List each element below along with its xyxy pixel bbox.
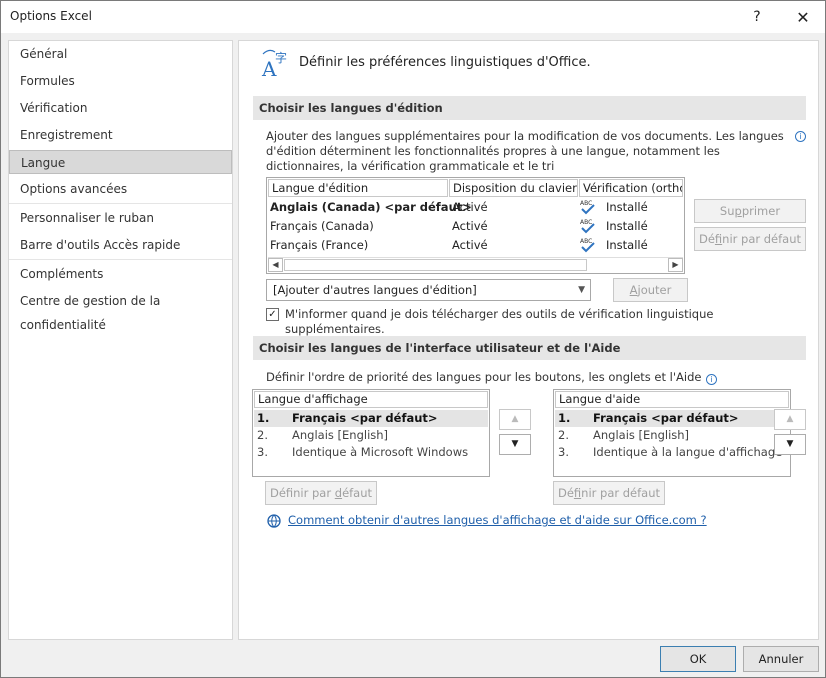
table-row[interactable]: Anglais (Canada) <par défaut> Activé ABC… (269, 198, 683, 217)
move-up-help-button[interactable]: ▲ (774, 409, 806, 430)
display-language-list[interactable]: Langue d'affichage 1. Français <par défau… (252, 389, 490, 477)
sidebar-item-addins[interactable]: Compléments (9, 262, 232, 286)
set-default-editing-button[interactable]: Définir par défaut (694, 227, 806, 251)
set-default-help-button[interactable]: Définir par défaut (553, 481, 665, 505)
column-header-language[interactable]: Langue d'édition (268, 179, 448, 197)
horizontal-scrollbar[interactable]: ◀ ▶ (268, 257, 683, 272)
combo-value: [Ajouter d'autres langues d'édition] (273, 283, 477, 297)
page-title: Définir les préférences linguistiques d'… (299, 55, 591, 70)
sidebar-item-general[interactable]: Général (9, 42, 232, 66)
help-icon: ? (753, 9, 761, 25)
cell-proofing: Installé (606, 200, 648, 214)
scroll-left-icon[interactable]: ◀ (268, 258, 283, 272)
spellcheck-icon: ABC (580, 200, 595, 215)
list-item[interactable]: 2. Anglais [English] (555, 427, 789, 444)
language-panel: A 字 Définir les préférences linguistique… (238, 40, 819, 640)
editing-languages-table: Langue d'édition Disposition du clavier … (266, 177, 685, 274)
spellcheck-icon: ABC (580, 219, 595, 234)
sidebar-item-language[interactable]: Langue (9, 150, 232, 174)
help-language-header: Langue d'aide (555, 391, 789, 408)
sidebar-item-save[interactable]: Enregistrement (9, 123, 232, 147)
scrollbar-thumb[interactable] (284, 259, 587, 271)
ok-button[interactable]: OK (660, 646, 736, 672)
ui-language-description: Définir l'ordre de priorité des langues … (266, 370, 786, 385)
remove-button[interactable]: Supprimer (694, 199, 806, 223)
list-item[interactable]: 3. Identique à la langue d'affichage (555, 444, 789, 461)
list-item[interactable]: 1. Français <par défaut> (555, 410, 789, 427)
notify-checkbox-label[interactable]: M'informer quand je dois télécharger des… (285, 307, 805, 337)
language-icon: A 字 (261, 49, 287, 80)
sidebar-divider (9, 203, 232, 204)
table-row[interactable]: Français (Canada) Activé ABC Installé (269, 217, 683, 236)
cell-proofing: Installé (606, 238, 648, 252)
cell-keyboard: Activé (452, 219, 488, 233)
list-item[interactable]: 2. Anglais [English] (254, 427, 488, 444)
sidebar-divider (9, 259, 232, 260)
notify-checkbox[interactable]: ✓ (266, 308, 279, 321)
more-languages-link[interactable]: Comment obtenir d'autres langues d'affic… (288, 513, 707, 527)
table-row[interactable]: Français (France) Activé ABC Installé (269, 236, 683, 255)
help-button[interactable]: ? (739, 1, 775, 33)
ui-language-section-header: Choisir les langues de l'interface utili… (253, 336, 806, 360)
help-language-list[interactable]: Langue d'aide 1. Français <par défaut> 2.… (553, 389, 791, 477)
cell-language: Anglais (Canada) <par défaut> (270, 200, 472, 214)
sidebar-item-customize-ribbon[interactable]: Personnaliser le ruban (9, 206, 232, 230)
chevron-down-icon: ▼ (578, 285, 585, 295)
cell-proofing: Installé (606, 219, 648, 233)
options-dialog: Options Excel ? ✕ Général Formules Vérif… (0, 0, 826, 678)
info-icon[interactable]: i (795, 131, 806, 142)
window-title: Options Excel (10, 9, 92, 23)
info-icon[interactable]: i (706, 374, 718, 385)
column-header-keyboard[interactable]: Disposition du clavier (449, 179, 578, 197)
column-header-proofing[interactable]: Vérification (orthog (579, 179, 683, 197)
cell-keyboard: Activé (452, 200, 488, 214)
set-default-display-button[interactable]: Définir par défaut (265, 481, 377, 505)
editing-section-header: Choisir les langues d'édition (253, 96, 806, 120)
link-icon (267, 514, 281, 528)
title-bar: Options Excel ? ✕ (1, 1, 825, 33)
move-down-help-button[interactable]: ▼ (774, 434, 806, 455)
move-up-button[interactable]: ▲ (499, 409, 531, 430)
cell-language: Français (Canada) (270, 219, 374, 233)
sidebar-item-proofing[interactable]: Vérification (9, 96, 232, 120)
sidebar-item-quick-access[interactable]: Barre d'outils Accès rapide (9, 233, 232, 257)
cancel-button[interactable]: Annuler (743, 646, 819, 672)
scroll-right-icon[interactable]: ▶ (668, 258, 683, 272)
svg-text:字: 字 (275, 50, 287, 65)
list-item[interactable]: 1. Français <par défaut> (254, 410, 488, 427)
sidebar-item-advanced[interactable]: Options avancées (9, 177, 232, 201)
editing-description: Ajouter des langues supplémentaires pour… (266, 129, 784, 173)
add-language-combo[interactable]: [Ajouter d'autres langues d'édition] ▼ (266, 279, 591, 301)
add-button[interactable]: Ajouter (613, 278, 688, 302)
move-down-button[interactable]: ▼ (499, 434, 531, 455)
sidebar: Général Formules Vérification Enregistre… (8, 40, 233, 640)
list-item[interactable]: 3. Identique à Microsoft Windows (254, 444, 488, 461)
svg-text:ABC: ABC (580, 219, 592, 226)
svg-text:ABC: ABC (580, 200, 592, 207)
cell-language: Français (France) (270, 238, 369, 252)
cell-keyboard: Activé (452, 238, 488, 252)
svg-text:ABC: ABC (580, 238, 592, 245)
display-language-header: Langue d'affichage (254, 391, 488, 408)
spellcheck-icon: ABC (580, 238, 595, 253)
sidebar-item-trust-center[interactable]: Centre de gestion de la confidentialité (9, 289, 232, 332)
close-button[interactable]: ✕ (785, 1, 821, 33)
sidebar-item-formulas[interactable]: Formules (9, 69, 232, 93)
close-icon: ✕ (796, 7, 810, 27)
